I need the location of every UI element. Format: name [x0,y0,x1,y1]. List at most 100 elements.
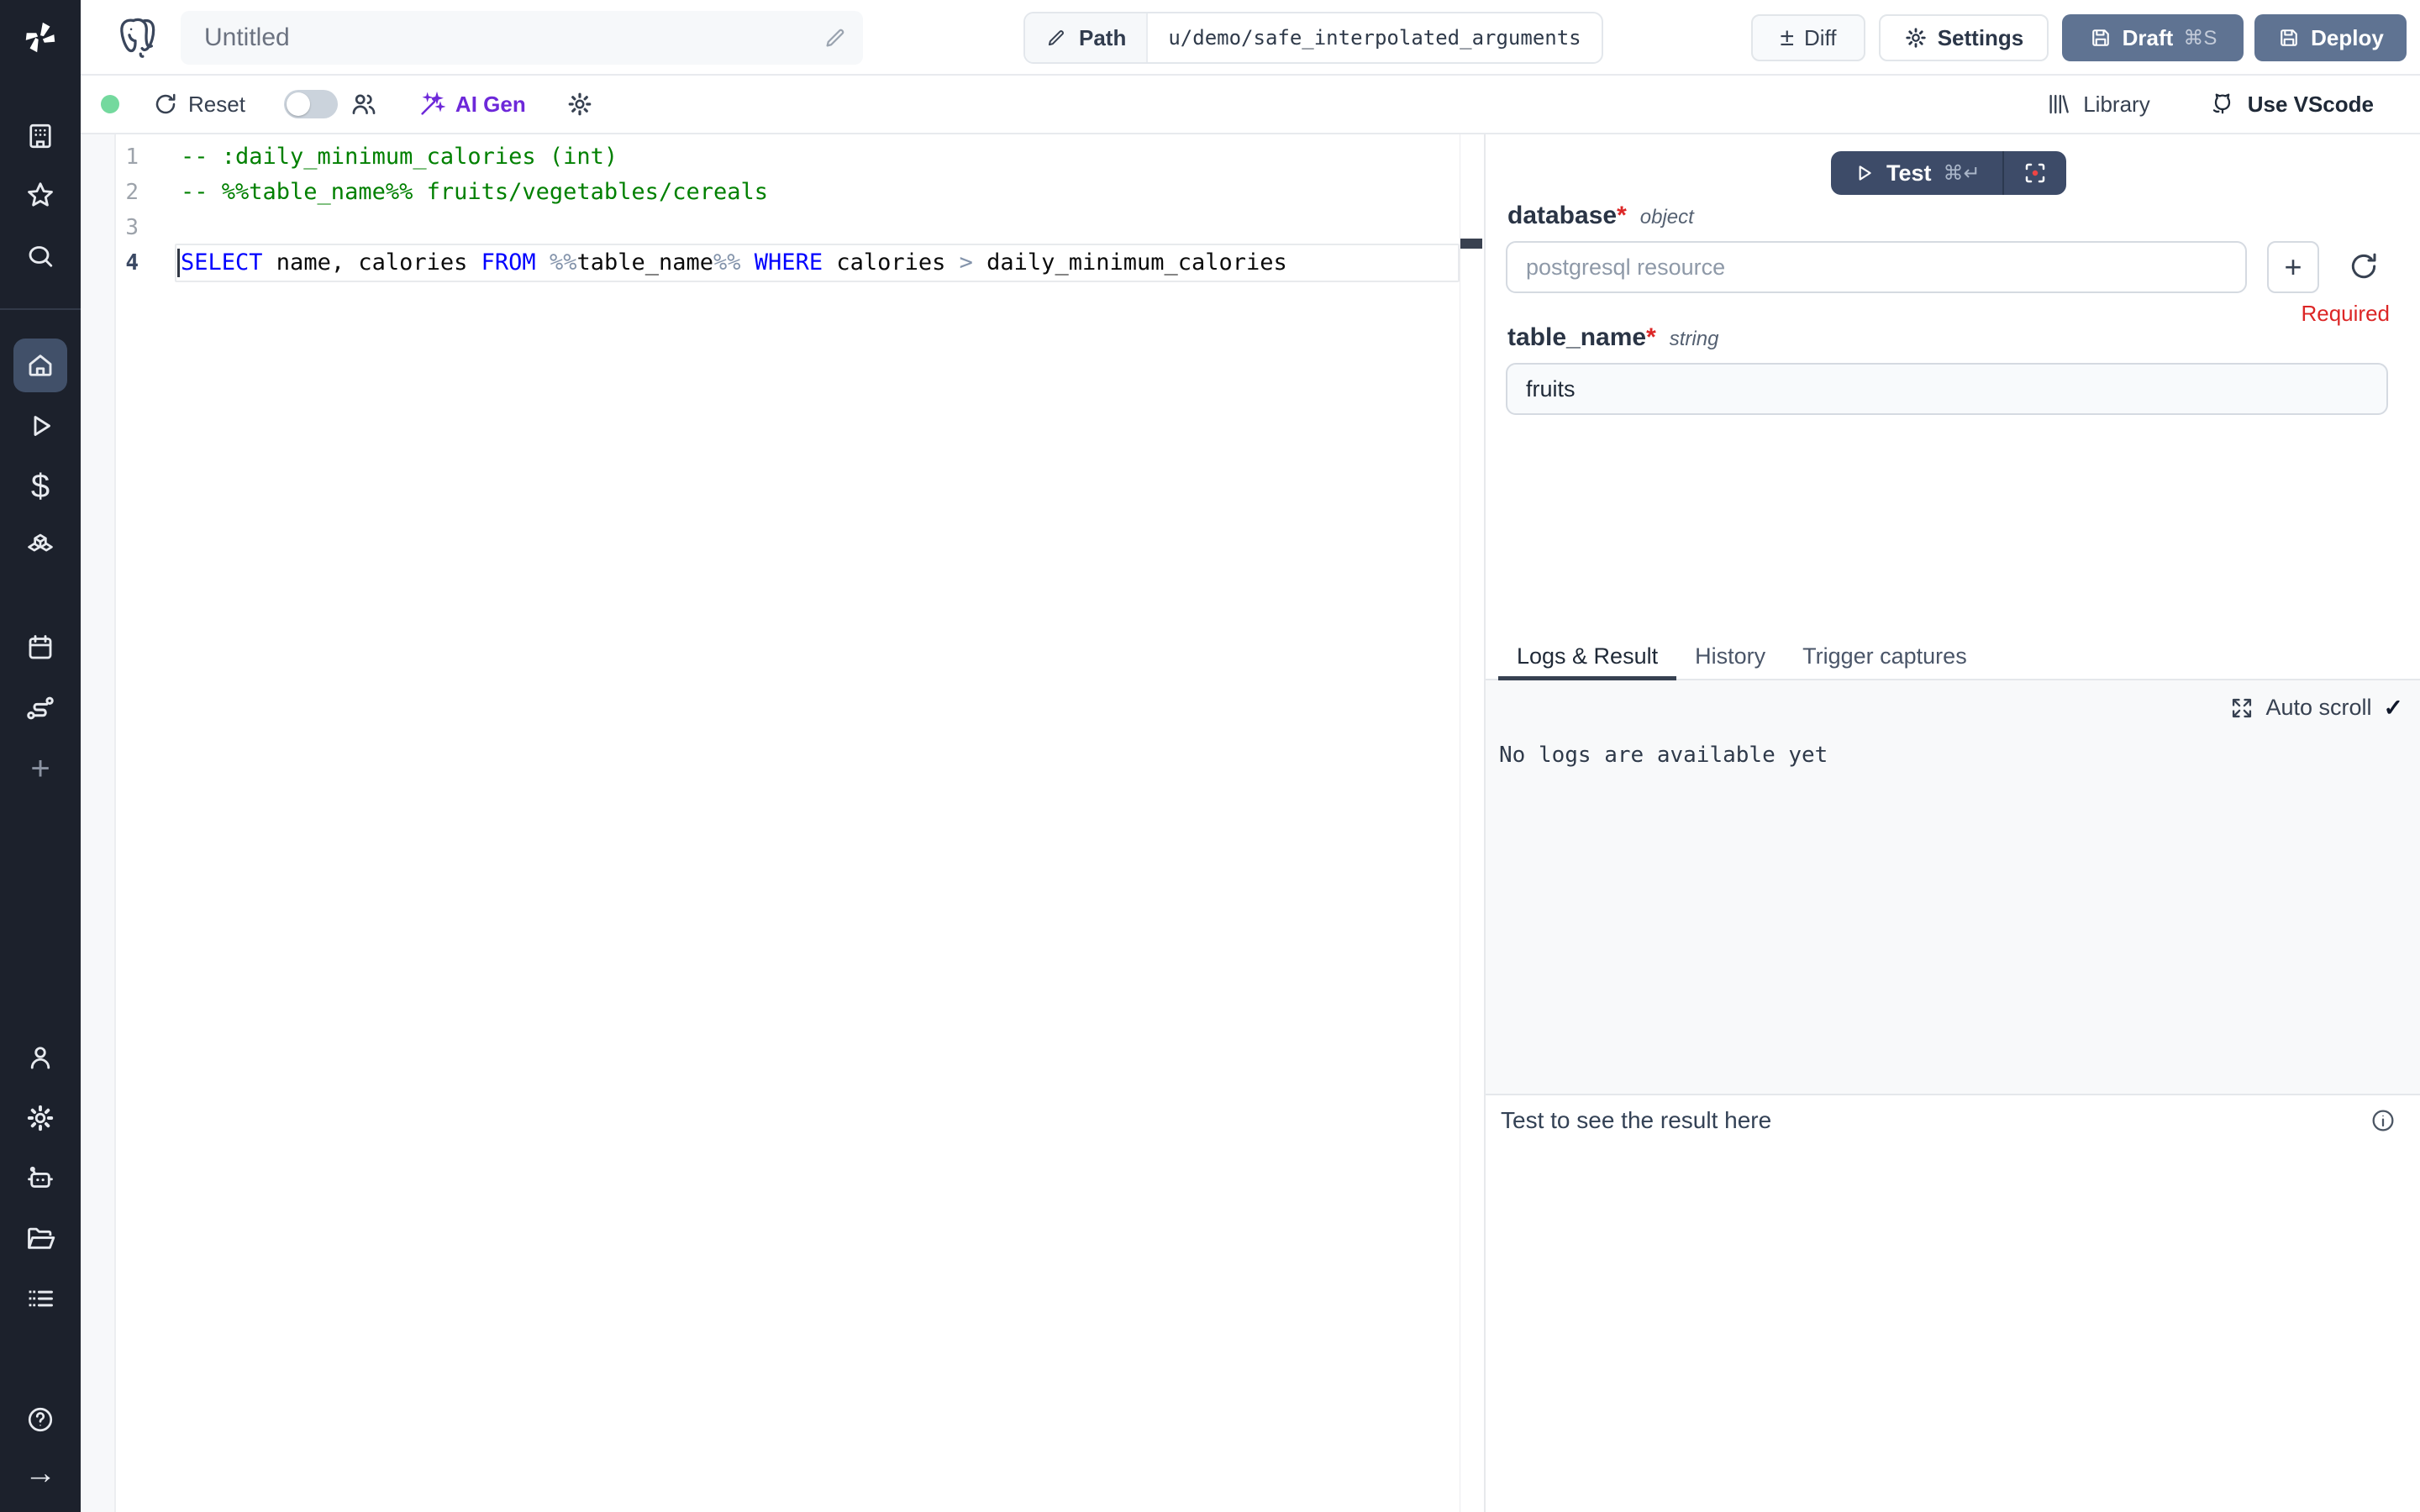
sidebar-divider [0,308,81,310]
table-name-field-label-row: table_name* string [1507,323,1718,352]
path-label-segment: Path [1025,13,1148,62]
use-vscode-label: Use VScode [2248,92,2374,118]
left-sidebar: $ + [0,0,81,1512]
play-icon [25,411,55,441]
test-shortcut: ⌘↵ [1944,161,1981,186]
edit-title-pencil-icon[interactable] [823,25,848,50]
settings-label: Settings [1938,25,2024,51]
sidebar-item-settings[interactable] [0,1091,81,1145]
reset-icon [153,92,178,117]
reset-button[interactable]: Reset [153,92,245,118]
database-input[interactable] [1506,241,2247,293]
sidebar-item-search[interactable] [0,229,81,283]
deploy-button[interactable]: Deploy [2254,14,2407,61]
star-icon [24,180,56,212]
sidebar-item-workers[interactable] [0,1152,81,1205]
required-star: * [1646,323,1656,351]
line-number: 2 [81,175,139,210]
collab-toggle[interactable] [284,90,338,118]
code-line-4[interactable]: 4SELECT name, calories FROM %%table_name… [81,245,1484,281]
save-draft-button[interactable]: Draft ⌘S [2062,14,2244,61]
sidebar-item-folders[interactable] [0,1212,81,1266]
required-message: Required [2301,301,2390,327]
diff-button[interactable]: ± Diff [1751,14,1865,61]
ai-gen-label: AI Gen [455,92,526,118]
sidebar-item-resources[interactable] [0,521,81,575]
tab-history[interactable]: History [1676,633,1784,680]
tab-logs-result[interactable]: Logs & Result [1498,633,1676,680]
logs-empty-message: No logs are available yet [1499,743,1828,768]
line-code: -- :daily_minimum_calories (int) [181,139,618,175]
plus-minus-icon: ± [1781,24,1794,52]
result-placeholder: Test to see the result here [1501,1107,1771,1134]
cubes-icon [24,532,56,564]
sidebar-item-help[interactable] [0,1393,81,1446]
check-icon: ✓ [2384,694,2403,722]
expand-icon [2230,696,2254,720]
capture-button[interactable] [2004,151,2066,195]
draft-label: Draft [2123,25,2174,51]
magic-wand-icon [418,91,445,118]
sidebar-item-audit-logs[interactable] [0,1272,81,1326]
table-name-field-label: table_name* [1507,323,1656,352]
code-line-3[interactable]: 3 [81,210,1484,245]
settings-button[interactable]: Settings [1879,14,2049,61]
auto-scroll-toggle[interactable]: Auto scroll ✓ [2230,694,2403,722]
test-button[interactable]: Test ⌘↵ [1831,151,2002,195]
status-dot [101,95,119,113]
plus-icon: + [2284,249,2302,285]
sidebar-item-variables[interactable]: $ [0,459,81,513]
sidebar-item-expand[interactable]: → [0,1446,81,1500]
diff-label: Diff [1804,25,1837,51]
overview-cursor-mark [1460,239,1482,249]
code-line-2[interactable]: 2 -- %%table_name%% fruits/vegetables/cer… [81,175,1484,210]
reset-label: Reset [188,92,245,118]
info-icon[interactable] [2370,1107,2396,1134]
top-bar: Untitled Path u/demo/safe_interpolated_a… [81,0,2420,76]
database-field-label: database* [1507,202,1627,230]
library-icon [2046,92,2071,117]
line-code: -- %%table_name%% fruits/vegetables/cere… [181,175,768,210]
script-settings-gear-icon[interactable] [566,91,593,118]
use-vscode-button[interactable]: Use VScode [2209,91,2374,118]
library-button[interactable]: Library [2046,92,2149,118]
table-name-input[interactable] [1506,363,2388,415]
home-icon [25,350,55,381]
gear-icon [1904,26,1928,50]
table-name-field-type: string [1670,328,1719,351]
refresh-icon [2348,250,2380,282]
code-editor[interactable]: 1-- :daily_minimum_calories (int)2 -- %%t… [81,134,1484,1512]
sidebar-item-flows[interactable] [0,681,81,735]
tab-trigger-captures[interactable]: Trigger captures [1784,633,1986,680]
code-lines: 1-- :daily_minimum_calories (int)2 -- %%t… [81,139,1484,281]
ai-gen-button[interactable]: AI Gen [418,91,526,118]
refresh-resource-button[interactable] [2348,250,2380,282]
path-pill[interactable]: Path u/demo/safe_interpolated_arguments [1023,12,1603,64]
required-star: * [1617,202,1627,229]
test-label: Test [1886,160,1932,186]
help-icon [25,1404,55,1435]
arrow-right-icon: → [24,1457,56,1489]
sidebar-item-schedules[interactable] [0,621,81,675]
app-window: $ + [0,0,2420,1512]
sidebar-item-add[interactable]: + [0,742,81,795]
auto-scroll-label: Auto scroll [2265,695,2371,721]
user-icon [25,1042,55,1073]
add-resource-button[interactable]: + [2267,241,2319,293]
sidebar-item-workspace[interactable] [0,109,81,163]
code-line-1[interactable]: 1-- :daily_minimum_calories (int) [81,139,1484,175]
save-icon [2277,26,2301,50]
gear-icon [25,1103,55,1133]
users-icon [350,90,378,118]
sidebar-item-favorites[interactable] [0,169,81,223]
plus-icon: + [30,752,50,785]
sidebar-item-user[interactable] [0,1031,81,1084]
editor-toolbar: Reset AI Gen [81,76,2420,134]
windmill-logo[interactable] [0,0,81,76]
sidebar-item-runs[interactable] [0,399,81,453]
route-icon [24,692,56,724]
toggle-knob [287,92,310,116]
sidebar-item-home[interactable] [0,339,81,392]
play-icon [1853,162,1875,184]
script-title-field[interactable]: Untitled [181,11,863,65]
